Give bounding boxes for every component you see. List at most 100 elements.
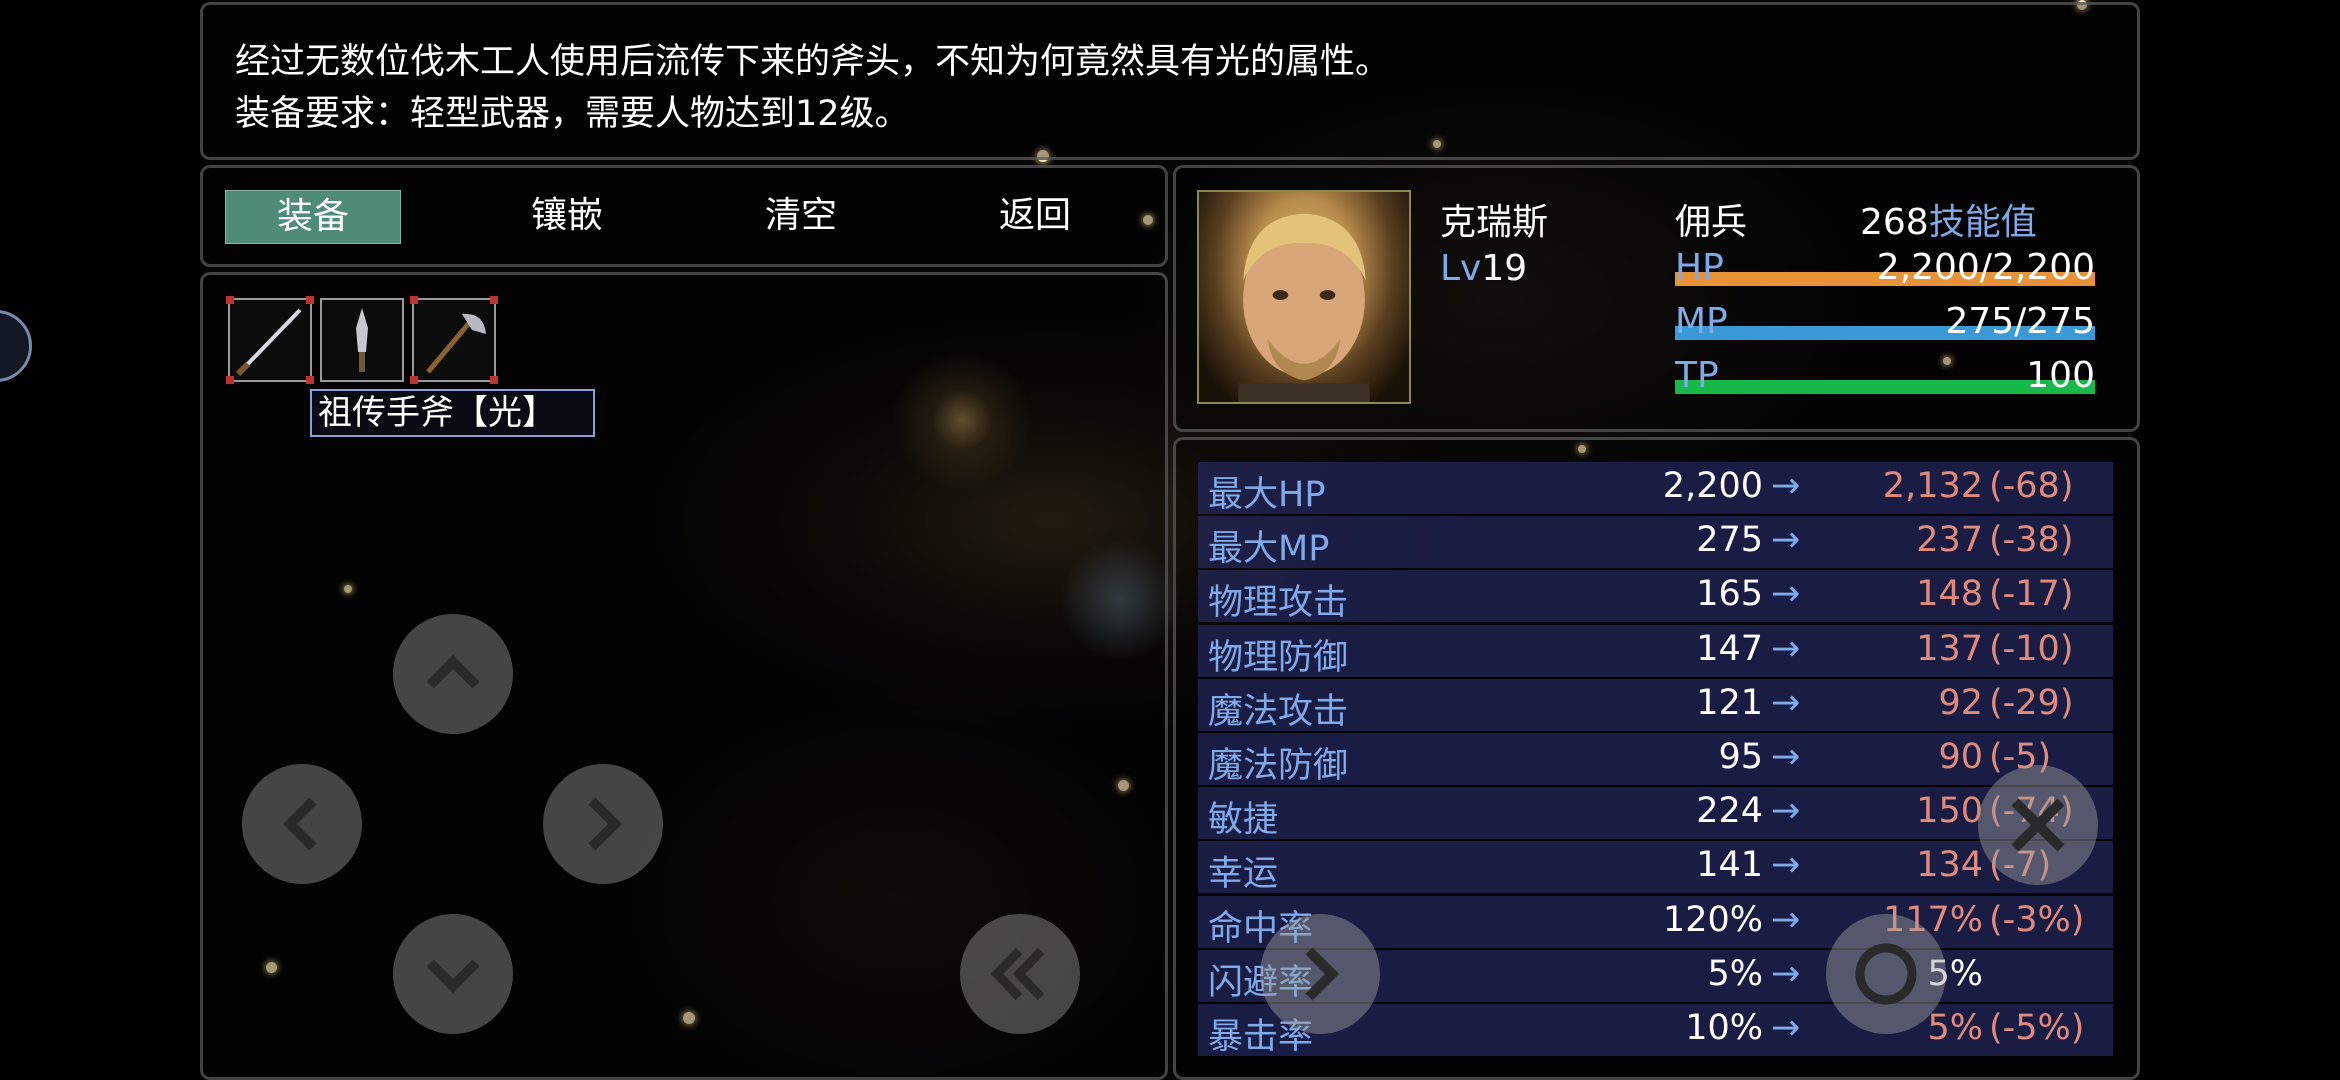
dpad-right-button[interactable] bbox=[543, 764, 663, 884]
stat-name: 最大HP bbox=[1208, 475, 1326, 515]
stat-new-value: 150 bbox=[1916, 791, 1983, 832]
stat-new-value: 2,132 bbox=[1882, 466, 1983, 506]
portrait-face-icon bbox=[1238, 213, 1370, 402]
chevron-right-icon bbox=[1305, 947, 1340, 1001]
hp-value: 2,200/2,200 bbox=[1876, 247, 2095, 288]
floating-button[interactable] bbox=[0, 310, 32, 382]
dpad-up-button[interactable] bbox=[393, 614, 513, 734]
stat-current-value: 95 bbox=[1718, 737, 1763, 777]
stat-new-value: 90 bbox=[1938, 737, 1983, 777]
character-level: Lv19 bbox=[1440, 248, 1527, 289]
stat-arrow: → bbox=[1771, 737, 1801, 777]
forward-button[interactable] bbox=[1260, 914, 1380, 1034]
skill-points-label: 技能值 bbox=[1928, 202, 2037, 243]
item-requirement: 装备要求：轻型武器，需要人物达到12级。 bbox=[235, 94, 910, 134]
item-description: 经过无数位伐木工人使用后流传下来的斧头，不知为何竟然具有光的属性。 bbox=[235, 42, 1391, 82]
chevron-left-icon bbox=[282, 797, 317, 851]
stat-diff: (-68) bbox=[1989, 466, 2074, 506]
stat-current-value: 2,200 bbox=[1662, 466, 1763, 506]
stat-arrow: → bbox=[1771, 899, 1801, 940]
close-icon bbox=[2011, 798, 2065, 852]
character-class: 佣兵 bbox=[1675, 202, 1748, 243]
character-name: 克瑞斯 bbox=[1440, 202, 1549, 243]
stat-name: 幸运 bbox=[1208, 854, 1279, 895]
stat-row: 魔法攻击 121 → 92 (-29) bbox=[1198, 678, 2113, 732]
stat-new-value: 148 bbox=[1916, 574, 1983, 615]
clear-button[interactable]: 清空 bbox=[714, 190, 888, 242]
stat-current-value: 165 bbox=[1696, 574, 1763, 615]
tp-label: TP bbox=[1675, 355, 1719, 396]
tp-value: 100 bbox=[2026, 355, 2095, 396]
mp-value: 275/275 bbox=[1945, 301, 2095, 342]
double-chevron-left-icon bbox=[990, 947, 1045, 1001]
stat-arrow: → bbox=[1771, 628, 1801, 669]
stat-current-value: 224 bbox=[1696, 791, 1763, 832]
chevron-down-icon bbox=[426, 959, 480, 994]
stat-diff: (-3%) bbox=[1989, 899, 2085, 940]
stat-arrow: → bbox=[1771, 845, 1801, 886]
back-button[interactable]: 返回 bbox=[948, 190, 1122, 242]
stat-new-value: 137 bbox=[1916, 628, 1983, 669]
character-portrait bbox=[1197, 190, 1411, 404]
ring-button[interactable] bbox=[1826, 914, 1946, 1034]
stat-name: 物理攻击 bbox=[1208, 583, 1349, 624]
stat-diff: (-17) bbox=[1989, 574, 2074, 615]
stat-row: 幸运 141 → 134 (-7) bbox=[1198, 841, 2113, 895]
equipment-slot-dagger[interactable] bbox=[320, 298, 404, 382]
stat-name: 物理防御 bbox=[1208, 637, 1349, 678]
socket-button[interactable]: 镶嵌 bbox=[480, 190, 654, 242]
stat-current-value: 121 bbox=[1696, 682, 1763, 723]
stat-current-value: 141 bbox=[1696, 845, 1763, 886]
mp-label: MP bbox=[1675, 301, 1728, 342]
stat-name: 魔法防御 bbox=[1208, 746, 1349, 786]
stat-arrow: → bbox=[1771, 520, 1801, 561]
level-value: 19 bbox=[1481, 248, 1528, 289]
stat-current-value: 120% bbox=[1662, 899, 1763, 940]
skill-points-value: 268 bbox=[1860, 202, 1929, 243]
selected-item-label: 祖传手斧【光】 bbox=[310, 389, 595, 437]
stat-row: 最大MP 275 → 237 (-38) bbox=[1198, 516, 2113, 570]
stat-row: 敏捷224→150(-74) bbox=[1198, 787, 2113, 841]
stat-arrow: → bbox=[1771, 682, 1801, 723]
ring-icon bbox=[1855, 943, 1917, 1005]
axe-icon bbox=[426, 313, 486, 374]
skill-points: 268技能值 bbox=[1860, 193, 2037, 245]
stat-diff: (-29) bbox=[1989, 682, 2074, 723]
stat-new-value: 92 bbox=[1938, 682, 1983, 723]
equip-button[interactable]: 装备 bbox=[225, 190, 401, 244]
hp-label: HP bbox=[1675, 247, 1724, 288]
description-panel: 经过无数位伐木工人使用后流传下来的斧头，不知为何竟然具有光的属性。 装备要求：轻… bbox=[200, 2, 2140, 160]
stat-current-value: 10% bbox=[1685, 1008, 1763, 1048]
close-button[interactable] bbox=[1978, 765, 2098, 885]
equipment-slot-axe[interactable] bbox=[410, 296, 498, 384]
stat-row: 魔法防御 95 → 90 (-5) bbox=[1198, 733, 2113, 786]
stat-current-value: 275 bbox=[1696, 520, 1763, 561]
stat-current-value: 5% bbox=[1707, 953, 1763, 994]
dagger-icon bbox=[356, 308, 368, 372]
equipment-slot-sword[interactable] bbox=[226, 296, 314, 384]
stat-new-value: 134 bbox=[1916, 845, 1983, 886]
level-label: Lv bbox=[1440, 248, 1482, 289]
stat-row: 物理攻击 165 → 148 (-17) bbox=[1198, 570, 2113, 624]
stat-row: 物理防御 147 → 137 (-10) bbox=[1198, 624, 2113, 678]
chevron-right-icon bbox=[588, 797, 623, 851]
stat-arrow: → bbox=[1771, 466, 1801, 506]
stat-arrow: → bbox=[1771, 574, 1801, 615]
stat-name: 魔法攻击 bbox=[1208, 691, 1349, 732]
stat-arrow: → bbox=[1771, 1008, 1801, 1048]
stat-arrow: → bbox=[1771, 953, 1801, 994]
sword-icon bbox=[235, 308, 302, 377]
dpad-left-button[interactable] bbox=[242, 764, 362, 884]
stat-current-value: 147 bbox=[1696, 628, 1763, 669]
stat-diff: (-38) bbox=[1989, 520, 2074, 561]
stat-diff: (-10) bbox=[1989, 628, 2074, 669]
stat-name: 敏捷 bbox=[1208, 800, 1279, 841]
dpad-down-button[interactable] bbox=[393, 914, 513, 1034]
stat-row: 最大HP 2,200 → 2,132 (-68) bbox=[1198, 462, 2113, 515]
stat-arrow: → bbox=[1771, 791, 1801, 832]
chevron-up-icon bbox=[426, 654, 480, 689]
stat-diff: (-5%) bbox=[1989, 1008, 2085, 1048]
rewind-button[interactable] bbox=[960, 914, 1080, 1034]
stat-new-value: 237 bbox=[1916, 520, 1983, 561]
stat-name: 最大MP bbox=[1208, 529, 1330, 570]
